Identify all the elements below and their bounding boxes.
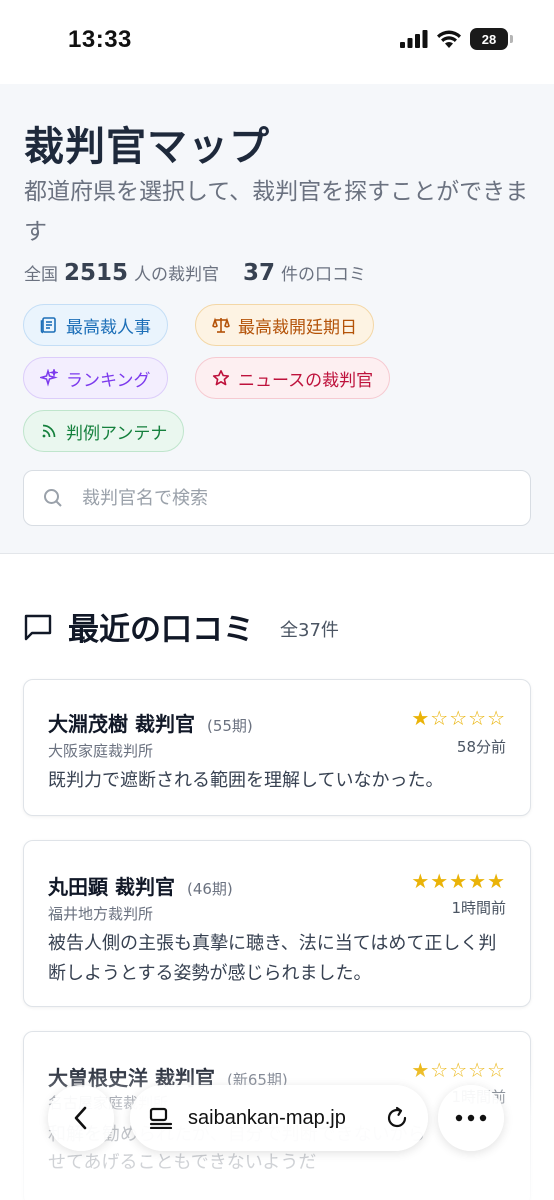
back-button[interactable] xyxy=(48,1085,114,1151)
chip-label: 最高裁開廷期日 xyxy=(238,317,357,338)
page-menu-icon xyxy=(149,1107,173,1129)
review-text-line2: せてあげることもできないようだ xyxy=(48,1152,317,1173)
court-name: 大阪家庭裁判所 xyxy=(48,742,154,760)
judge-name: 大淵茂樹 裁判官 (55期) xyxy=(48,708,253,737)
section-title: 最近の口コミ xyxy=(68,612,254,648)
review-text: 既判力で遮断される範囲を理解していなかった。 xyxy=(48,770,444,791)
judge-term: (55期) xyxy=(206,717,253,735)
chip-supreme-court-personnel[interactable]: 最高裁人事 xyxy=(23,304,168,346)
newspaper-icon xyxy=(40,317,56,334)
more-button[interactable] xyxy=(438,1085,504,1151)
star-rating: ★☆☆☆☆ xyxy=(411,1058,506,1082)
url-bar[interactable]: saibankan-map.jp xyxy=(130,1085,428,1151)
url-text: saibankan-map.jp xyxy=(188,1106,346,1129)
star-rating: ★★★★★ xyxy=(411,869,506,893)
stats-summary: 全国 2515 人の裁判官 37 件の口コミ xyxy=(24,260,366,286)
battery-icon: 28 xyxy=(470,28,513,50)
rss-icon xyxy=(42,424,56,438)
review-text: 被告人側の主張も真摯に聴き、法に当てはめて正しく判断しようとする姿勢が感じられま… xyxy=(48,933,497,984)
chip-ranking[interactable]: ランキング xyxy=(23,357,168,399)
court-name: 福井地方裁判所 xyxy=(48,905,154,923)
review-card[interactable]: 大淵茂樹 裁判官 (55期) 大阪家庭裁判所 ★☆☆☆☆ 58分前 既判力で遮断さ… xyxy=(23,679,531,816)
scale-icon xyxy=(212,317,230,333)
chip-news-judges[interactable]: ニュースの裁判官 xyxy=(195,357,391,399)
reviews-suffix: 件の口コミ xyxy=(281,265,367,285)
chip-precedent-antenna[interactable]: 判例アンテナ xyxy=(23,410,185,452)
section-count: 全37件 xyxy=(280,619,339,641)
judge-name: 丸田顕 裁判官 (46期) xyxy=(48,871,233,900)
reviews-count: 37 xyxy=(243,260,276,286)
status-bar: 13:33 28 xyxy=(0,0,554,84)
star-rating: ★☆☆☆☆ xyxy=(411,706,506,730)
chip-label: ニュースの裁判官 xyxy=(238,370,374,391)
judge-name-text: 丸田顕 裁判官 xyxy=(48,875,175,899)
page-title: 裁判官マップ xyxy=(24,124,270,170)
status-time: 13:33 xyxy=(68,26,132,53)
chevron-left-icon xyxy=(74,1106,87,1130)
review-time: 58分前 xyxy=(456,738,506,756)
sparkles-icon xyxy=(40,369,58,387)
stats-prefix: 全国 xyxy=(24,265,58,285)
more-horizontal-icon xyxy=(455,1114,487,1122)
review-time: 1時間前 xyxy=(451,899,506,917)
status-icons: 28 xyxy=(400,28,513,50)
star-icon xyxy=(212,370,230,386)
search-icon xyxy=(44,489,62,507)
reload-icon[interactable] xyxy=(384,1105,410,1131)
judge-term: (46期) xyxy=(186,880,233,898)
chip-label: 最高裁人事 xyxy=(66,317,151,338)
reviews-header: 最近の口コミ 全37件 xyxy=(22,604,339,649)
wifi-icon xyxy=(437,30,461,48)
chip-label: 判例アンテナ xyxy=(66,423,168,444)
cellular-signal-icon xyxy=(400,30,428,48)
search-box[interactable] xyxy=(23,470,531,526)
judges-count: 2515 xyxy=(64,260,129,286)
review-card[interactable]: 丸田顕 裁判官 (46期) 福井地方裁判所 ★★★★★ 1時間前 被告人側の主張も… xyxy=(23,840,531,1007)
judge-name-text: 大淵茂樹 裁判官 xyxy=(48,712,195,736)
battery-level: 28 xyxy=(481,31,497,47)
message-square-icon xyxy=(24,614,52,640)
judges-suffix: 人の裁判官 xyxy=(134,265,220,285)
page-subtitle: 都道府県を選択して、裁判官を探すことができます xyxy=(24,179,529,245)
chip-supreme-court-hearing-dates[interactable]: 最高裁開廷期日 xyxy=(195,304,374,346)
header-section: 裁判官マップ 都道府県を選択して、裁判官を探すことができます 全国 2515 人… xyxy=(0,84,554,554)
search-input[interactable] xyxy=(82,487,530,509)
chip-label: ランキング xyxy=(66,370,151,391)
